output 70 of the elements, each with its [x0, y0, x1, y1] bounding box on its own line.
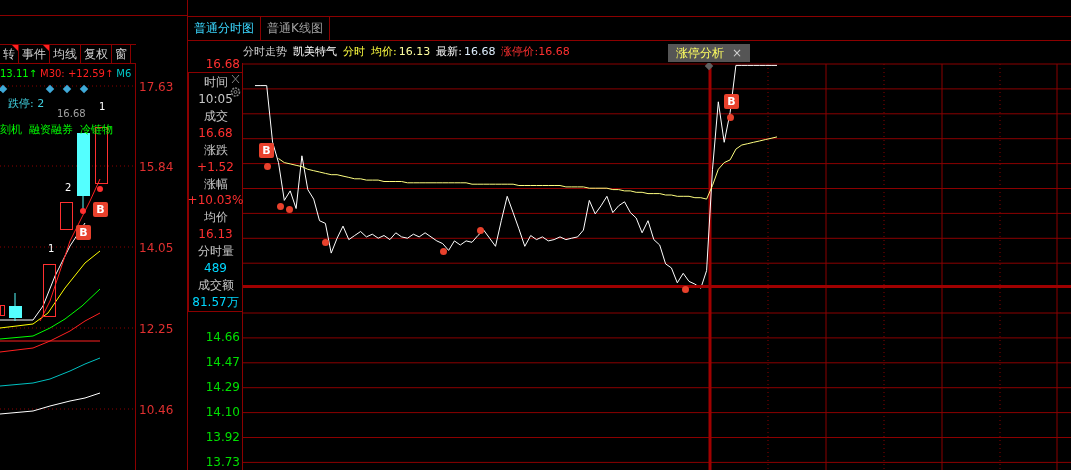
close-icon[interactable] — [229, 73, 242, 85]
tooltip-value: 16.68 — [198, 124, 233, 141]
price-axis-label: 14.47 — [205, 354, 240, 372]
latest-price-value: 16.68 — [463, 43, 496, 60]
trade-point-icon — [97, 186, 103, 192]
candlestick — [43, 264, 56, 317]
trade-point-icon — [681, 285, 689, 293]
candle-label: 1 — [48, 243, 55, 254]
limit-up-price: 涨停价:16.68 — [501, 43, 570, 60]
diamond-icon — [0, 84, 8, 94]
candle-label: 16.68 — [57, 108, 86, 119]
moving-average-value: M30: +12.59↑ — [40, 67, 114, 81]
price-axis-label: 10.46 — [139, 402, 174, 419]
chart-mode: 分时 — [343, 43, 365, 60]
candlestick — [60, 202, 73, 230]
tooltip-value: +10.03% — [187, 192, 244, 209]
moving-average-value: 13.11↑ — [0, 67, 37, 81]
limit-up-analysis-tag[interactable]: 涨停分析 × — [668, 44, 751, 62]
price-axis-label: 16.68 — [205, 56, 240, 73]
average-price-value: 16.13 — [398, 43, 431, 60]
price-axis-label: 13.92 — [205, 428, 240, 446]
price-axis-label: 12.25 — [139, 321, 174, 338]
close-button[interactable]: × — [732, 44, 743, 62]
limit-down-count: 跌停: 2 — [8, 96, 45, 112]
price-axis-label: 14.05 — [139, 240, 174, 257]
trade-point-icon — [476, 226, 484, 234]
tooltip-value: 489 — [204, 260, 227, 277]
tooltip-label: 成交额 — [197, 277, 234, 294]
average-price-label: 均价: — [371, 43, 397, 60]
view-tab[interactable]: 普通分时图 — [188, 17, 261, 40]
buy-marker-icon: B — [93, 202, 108, 217]
trade-point-icon — [321, 238, 329, 246]
buy-marker-icon: B — [724, 94, 739, 109]
tooltip-value: 16.13 — [198, 226, 233, 243]
tooltip-label: 涨跌 — [203, 141, 228, 158]
candle-label: 2 — [65, 182, 72, 193]
tooltip-label: 时间 — [203, 74, 228, 90]
chart-tab[interactable]: 窗 — [112, 45, 131, 63]
price-axis-label: 13.73 — [205, 454, 240, 470]
candlestick — [0, 305, 5, 316]
corner-flag-icon — [12, 45, 18, 51]
trade-point-icon — [439, 247, 447, 255]
trade-point-icon — [263, 162, 271, 170]
buy-marker-icon: B — [259, 143, 274, 158]
trade-point-icon — [80, 208, 86, 214]
candle-label: 1 — [99, 101, 106, 112]
price-axis-label: 14.10 — [205, 404, 240, 422]
candlestick — [9, 292, 22, 322]
buy-marker-icon: B — [76, 225, 91, 240]
stock-name: 凯美特气 — [293, 43, 337, 60]
tooltip-value: 10:05 — [198, 90, 233, 107]
chart-tab[interactable]: 事件 — [19, 45, 50, 63]
chart-tab[interactable]: 均线 — [50, 45, 81, 63]
tooltip-label: 均价 — [203, 209, 228, 226]
tooltip-value: 81.57万 — [192, 294, 239, 310]
tooltip-label: 分时量 — [197, 243, 234, 260]
chart-tab[interactable]: 转 — [0, 45, 19, 63]
tooltip-value: +1.52 — [197, 158, 234, 175]
moving-average-value: M6 — [116, 67, 132, 81]
view-tab[interactable]: 普通K线图 — [261, 17, 330, 40]
price-axis-label: 14.29 — [205, 378, 240, 396]
tooltip-label: 成交 — [203, 107, 228, 124]
price-axis-label: 14.66 — [205, 328, 240, 346]
chart-tab[interactable]: 复权 — [81, 45, 112, 63]
chart-title: 分时走势 — [243, 43, 287, 60]
price-axis-label: 15.84 — [139, 159, 174, 176]
price-axis-label: 17.63 — [139, 79, 174, 96]
tooltip-label: 涨幅 — [203, 175, 228, 192]
latest-price-label: 最新: — [436, 43, 462, 60]
trade-point-icon — [726, 113, 734, 121]
